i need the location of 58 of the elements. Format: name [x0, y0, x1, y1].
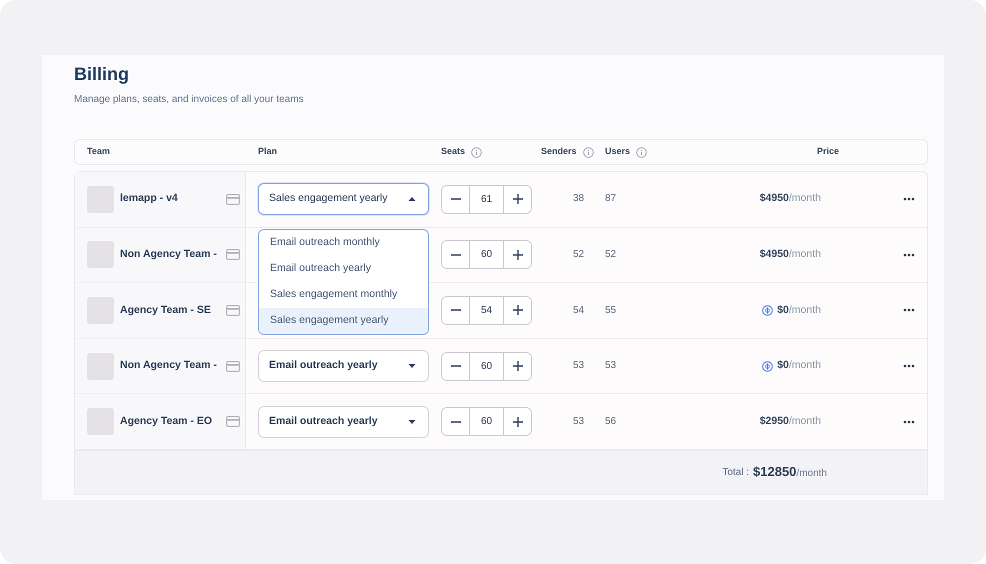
info-icon: [636, 146, 648, 158]
plus-icon: [512, 416, 522, 427]
ellipsis-icon: [903, 364, 915, 368]
card-icon: [226, 249, 240, 260]
team-name: Non Agency Team -: [120, 247, 218, 262]
users-count: 56: [605, 416, 616, 427]
users-count: 52: [605, 249, 616, 260]
dropdown-option[interactable]: Sales engagement yearly: [259, 308, 428, 334]
ellipsis-icon: [903, 197, 915, 202]
info-icon: [582, 146, 594, 158]
dropdown-option[interactable]: Email outreach yearly: [259, 256, 428, 282]
plus-icon: [512, 361, 522, 372]
plan-select[interactable]: Email outreach yearly: [258, 350, 429, 382]
ellipsis-icon: [903, 420, 915, 424]
price-text: $0/month: [777, 358, 821, 374]
column-header: Users: [605, 145, 630, 158]
team-name: Agency Team - EO: [120, 414, 213, 429]
team-name: lemapp - v4: [120, 191, 179, 206]
card-icon: [226, 416, 240, 428]
page-subtitle: Manage plans, seats, and invoices of all your teams: [74, 93, 305, 107]
plan-select[interactable]: Email outreach yearly: [258, 406, 429, 438]
total-label: Total :: [722, 466, 750, 480]
card-icon: [226, 360, 240, 372]
total-price: $12850/month: [753, 463, 827, 482]
senders-count: 53: [573, 360, 584, 372]
caret-icon: [408, 418, 416, 425]
team-name: Agency Team - SE: [120, 302, 212, 318]
price-text: $4950/month: [760, 247, 821, 262]
dropdown-option[interactable]: Email outreach monthly: [259, 230, 428, 256]
plus-icon: [512, 305, 522, 316]
caret-icon: [408, 363, 416, 370]
price-text: $2950/month: [760, 414, 821, 429]
users-count: 55: [605, 304, 616, 316]
ellipsis-icon: [903, 252, 915, 257]
senders-count: 54: [573, 304, 584, 316]
caret-icon: [408, 196, 416, 202]
ellipsis-icon: [903, 308, 915, 312]
column-header: Team: [87, 145, 110, 158]
senders-count: 53: [573, 416, 584, 427]
column-header: Price: [816, 145, 839, 158]
plus-icon: [512, 250, 522, 260]
plan-select[interactable]: Sales engagement yearly: [258, 183, 429, 216]
page-title: Billing: [74, 63, 130, 85]
users-count: 53: [605, 360, 616, 372]
plus-icon: [512, 194, 522, 204]
senders-count: 52: [573, 249, 584, 260]
card-icon: [226, 194, 240, 205]
dropdown-option[interactable]: Sales engagement monthly: [259, 282, 428, 308]
price-text: $0/month: [777, 302, 821, 318]
column-header: Plan: [258, 145, 278, 158]
card-icon: [226, 304, 240, 316]
team-name: Non Agency Team -: [120, 358, 218, 374]
column-header: Seats: [441, 145, 466, 158]
users-count: 87: [605, 193, 616, 204]
senders-count: 38: [573, 193, 584, 204]
info-icon: [471, 146, 482, 158]
price-text: $4950/month: [760, 191, 821, 206]
column-header: Senders: [541, 145, 577, 158]
